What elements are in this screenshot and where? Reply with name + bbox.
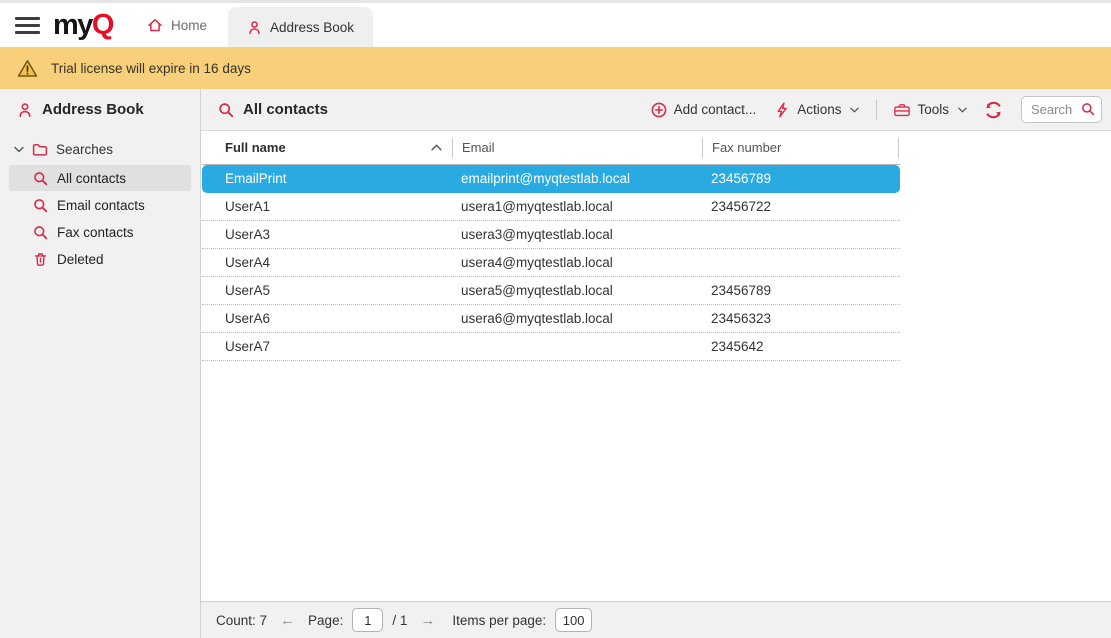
page-title: All contacts — [218, 101, 328, 118]
trash-icon — [33, 252, 48, 267]
column-header-email[interactable]: Email — [452, 138, 702, 158]
cell-full-name: UserA6 — [202, 311, 452, 326]
cell-email: usera1@myqtestlab.local — [452, 199, 702, 214]
sort-ascending-icon — [431, 144, 442, 151]
tab-home[interactable]: Home — [139, 17, 215, 33]
cell-email: emailprint@myqtestlab.local — [452, 171, 702, 186]
contacts-table: Full name Email Fax number EmailPrintema… — [201, 131, 1111, 601]
cell-email: usera5@myqtestlab.local — [452, 283, 702, 298]
page-total-label: / 1 — [392, 613, 407, 628]
table-row[interactable]: EmailPrintemailprint@myqtestlab.local234… — [202, 165, 900, 193]
tab-address-book-label: Address Book — [270, 20, 354, 35]
menu-icon[interactable] — [15, 17, 40, 34]
cell-fax-number: 23456789 — [702, 171, 899, 186]
table-row[interactable]: UserA7 2345642 — [202, 333, 900, 361]
search-icon — [33, 171, 48, 186]
toolbar: Add contact... Actions Tools — [646, 96, 1102, 123]
table-row[interactable]: UserA5usera5@myqtestlab.local23456789 — [202, 277, 900, 305]
cell-email: usera3@myqtestlab.local — [452, 227, 702, 242]
tab-address-book[interactable]: Address Book — [228, 7, 373, 47]
sidebar-item-label: Email contacts — [57, 198, 145, 213]
pagination-footer: Count: 7 ← Page: / 1 → Items per page: — [201, 601, 1111, 638]
previous-page-icon[interactable]: ← — [276, 612, 299, 629]
chevron-down-icon — [958, 107, 967, 113]
items-per-page-input[interactable] — [555, 608, 592, 632]
search-icon[interactable] — [1081, 102, 1095, 116]
sidebar-item-label: Deleted — [57, 252, 104, 267]
main-header: All contacts Add contact... Actions Tool… — [201, 89, 1111, 131]
cell-full-name: UserA4 — [202, 255, 452, 270]
license-warning-text: Trial license will expire in 16 days — [51, 61, 251, 76]
page-label: Page: — [308, 613, 343, 628]
count-label: Count: 7 — [216, 613, 267, 628]
myq-logo[interactable]: myQ — [53, 11, 113, 40]
items-per-page-label: Items per page: — [452, 613, 546, 628]
lightning-icon — [774, 102, 790, 118]
table-row[interactable]: UserA6usera6@myqtestlab.local23456323 — [202, 305, 900, 333]
sidebar-title: Address Book — [42, 101, 144, 118]
next-page-icon[interactable]: → — [416, 612, 439, 629]
page-number-input[interactable] — [352, 608, 383, 632]
table-header-row: Full name Email Fax number — [202, 131, 900, 165]
person-icon — [247, 20, 262, 35]
sidebar-item-label: All contacts — [57, 171, 126, 186]
plus-circle-icon — [651, 102, 667, 118]
sidebar-item-label: Fax contacts — [57, 225, 134, 240]
refresh-button[interactable] — [984, 101, 1003, 119]
cell-fax-number: 23456323 — [702, 311, 899, 326]
add-contact-button[interactable]: Add contact... — [646, 98, 762, 122]
sidebar-item-email-contacts[interactable]: Email contacts — [9, 192, 191, 218]
search-icon — [33, 225, 48, 240]
page-title-label: All contacts — [243, 101, 328, 118]
table-row[interactable]: UserA3usera3@myqtestlab.local — [202, 221, 900, 249]
cell-full-name: EmailPrint — [202, 171, 452, 186]
tree-group-searches[interactable]: Searches — [0, 137, 200, 164]
table-row[interactable]: UserA1usera1@myqtestlab.local23456722 — [202, 193, 900, 221]
searches-tree: Searches All contacts Email contacts Fax c… — [0, 130, 200, 272]
search-box — [1021, 96, 1102, 123]
cell-full-name: UserA5 — [202, 283, 452, 298]
folder-icon — [32, 142, 48, 157]
sidebar: Address Book Searches All contacts Email … — [0, 89, 201, 638]
column-header-full-name[interactable]: Full name — [202, 138, 452, 158]
tree-group-label: Searches — [56, 142, 113, 157]
cell-full-name: UserA1 — [202, 199, 452, 214]
cell-email: usera4@myqtestlab.local — [452, 255, 702, 270]
warning-icon — [17, 59, 38, 78]
cell-fax-number: 23456789 — [702, 283, 899, 298]
sidebar-item-fax-contacts[interactable]: Fax contacts — [9, 219, 191, 245]
actions-menu-button[interactable]: Actions — [769, 98, 864, 122]
cell-email: usera6@myqtestlab.local — [452, 311, 702, 326]
sidebar-item-deleted[interactable]: Deleted — [9, 246, 191, 272]
cell-fax-number: 23456722 — [702, 199, 899, 214]
chevron-down-icon — [850, 107, 859, 113]
table-row[interactable]: UserA4usera4@myqtestlab.local — [202, 249, 900, 277]
toolbar-divider — [876, 100, 877, 120]
tools-menu-button[interactable]: Tools — [889, 98, 972, 122]
toolbox-icon — [894, 102, 910, 118]
person-icon — [17, 102, 33, 118]
cell-full-name: UserA7 — [202, 339, 452, 354]
tab-home-label: Home — [171, 18, 207, 33]
license-warning-banner: Trial license will expire in 16 days — [0, 47, 1111, 89]
cell-full-name: UserA3 — [202, 227, 452, 242]
search-icon — [218, 102, 234, 118]
main-panel: All contacts Add contact... Actions Tool… — [201, 89, 1111, 638]
search-icon — [33, 198, 48, 213]
sidebar-item-all-contacts[interactable]: All contacts — [9, 165, 191, 191]
chevron-down-icon — [14, 146, 24, 153]
sidebar-header: Address Book — [0, 89, 200, 130]
cell-fax-number: 2345642 — [702, 339, 899, 354]
top-navigation-bar: myQ Home Address Book — [0, 3, 1111, 47]
column-header-fax-number[interactable]: Fax number — [702, 138, 899, 158]
home-icon — [147, 17, 163, 33]
